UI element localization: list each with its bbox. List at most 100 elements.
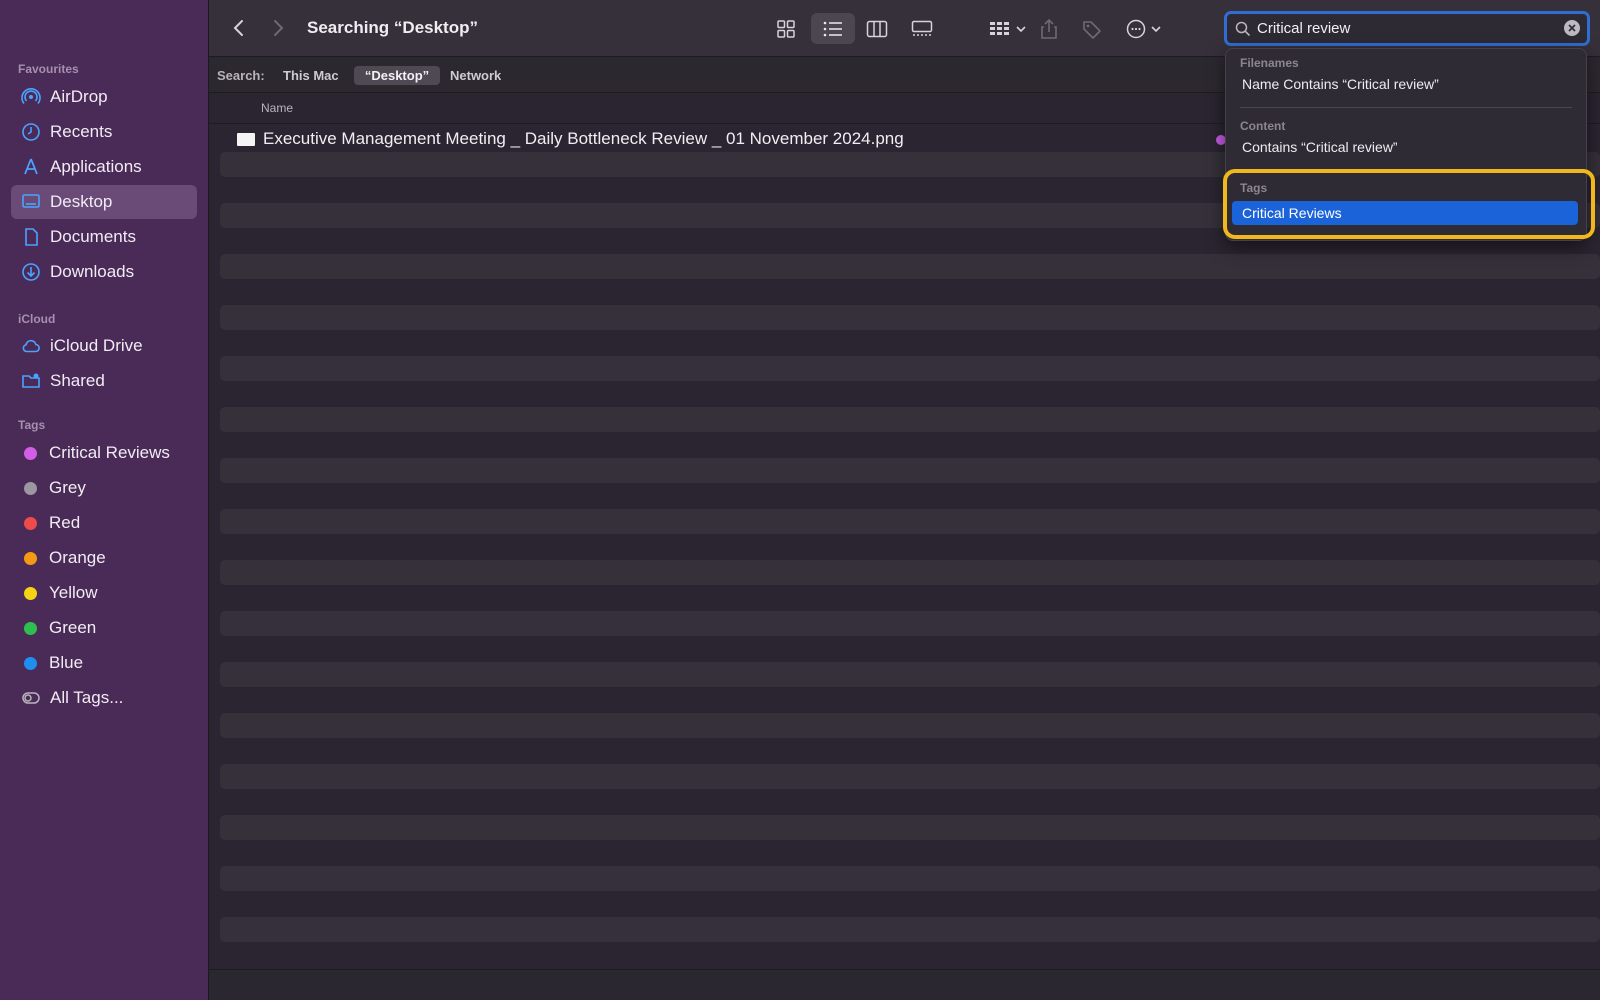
list-row-empty bbox=[220, 355, 1600, 381]
list-row-empty bbox=[220, 381, 1600, 407]
back-button[interactable] bbox=[227, 16, 251, 40]
list-row-empty bbox=[220, 304, 1600, 330]
suggestion-header-content: Content bbox=[1240, 119, 1286, 133]
tag-color-dot bbox=[24, 586, 37, 600]
sidebar-item-label: Green bbox=[49, 618, 97, 637]
scope-desktop[interactable]: “Desktop” bbox=[354, 66, 440, 85]
sidebar-item-all-tags[interactable]: All Tags... bbox=[11, 681, 197, 715]
sidebar-item-airdrop[interactable]: AirDrop bbox=[11, 80, 197, 114]
list-row-empty bbox=[220, 865, 1600, 891]
suggestion-header-filenames: Filenames bbox=[1240, 56, 1299, 70]
search-field[interactable] bbox=[1224, 11, 1590, 46]
list-row-empty bbox=[220, 559, 1600, 585]
suggestion-divider bbox=[1240, 169, 1572, 170]
sidebar-item-icloud-drive[interactable]: iCloud Drive bbox=[11, 329, 197, 363]
sidebar-section-icloud: iCloud bbox=[18, 312, 56, 326]
clock-icon bbox=[20, 121, 42, 143]
column-view-button[interactable] bbox=[857, 13, 897, 44]
results-list: Executive Management Meeting _ Daily Bot… bbox=[220, 126, 1600, 942]
image-file-icon bbox=[237, 132, 255, 146]
tag-color-dot bbox=[24, 481, 37, 495]
sidebar-tag-yellow[interactable]: Yellow bbox=[11, 576, 197, 610]
sidebar-item-label: Blue bbox=[49, 653, 84, 672]
list-row-empty bbox=[220, 330, 1600, 356]
sidebar-item-label: Yellow bbox=[49, 583, 98, 602]
tag-button[interactable] bbox=[1074, 13, 1110, 44]
tag-color-dot bbox=[24, 446, 37, 460]
scope-network[interactable]: Network bbox=[450, 68, 501, 83]
sidebar-item-label: Desktop bbox=[50, 192, 113, 211]
sidebar-tag-grey[interactable]: Grey bbox=[11, 471, 197, 505]
list-row-empty bbox=[220, 712, 1600, 738]
all-tags-icon bbox=[20, 687, 42, 709]
sidebar-section-favourites: Favourites bbox=[18, 62, 79, 76]
sidebar-item-label: Documents bbox=[50, 227, 136, 246]
share-button[interactable] bbox=[1031, 13, 1067, 44]
sidebar-tag-blue[interactable]: Blue bbox=[11, 646, 197, 680]
chevron-down-icon bbox=[1151, 25, 1161, 32]
sidebar-item-label: Grey bbox=[49, 478, 86, 497]
sidebar-item-label: Downloads bbox=[50, 262, 135, 281]
tag-color-dot bbox=[24, 656, 37, 670]
list-row-empty bbox=[220, 483, 1600, 509]
sidebar-item-applications[interactable]: Applications bbox=[11, 150, 197, 184]
sidebar-item-label: Recents bbox=[50, 122, 113, 141]
list-row-empty bbox=[220, 585, 1600, 611]
suggestion-tag-critical-reviews[interactable]: Critical Reviews bbox=[1232, 201, 1578, 225]
list-row-empty bbox=[220, 891, 1600, 917]
list-row-empty bbox=[220, 687, 1600, 713]
scope-this-mac[interactable]: This Mac bbox=[283, 68, 339, 83]
forward-button[interactable] bbox=[266, 16, 290, 40]
sidebar-tag-orange[interactable]: Orange bbox=[11, 541, 197, 575]
suggestion-name-contains[interactable]: Name Contains “Critical review” bbox=[1242, 76, 1439, 92]
sidebar-tag-green[interactable]: Green bbox=[11, 611, 197, 645]
list-row-empty bbox=[220, 279, 1600, 305]
columns-icon bbox=[866, 20, 888, 37]
sidebar-item-desktop[interactable]: Desktop bbox=[11, 185, 197, 219]
tag-color-dot bbox=[24, 621, 37, 635]
sidebar-item-label: Applications bbox=[50, 157, 142, 176]
icon-view-button[interactable] bbox=[767, 13, 805, 44]
list-row-empty bbox=[220, 636, 1600, 662]
sidebar-item-label: All Tags... bbox=[50, 688, 124, 707]
shared-folder-icon bbox=[20, 370, 42, 392]
download-icon bbox=[20, 261, 42, 283]
search-icon bbox=[1235, 21, 1251, 36]
chevron-right-icon bbox=[274, 20, 284, 36]
sidebar-item-label: Critical Reviews bbox=[49, 443, 170, 462]
sidebar-item-shared[interactable]: Shared bbox=[11, 364, 197, 398]
list-row-empty bbox=[220, 814, 1600, 840]
list-row-empty bbox=[220, 406, 1600, 432]
sidebar-item-recents[interactable]: Recents bbox=[11, 115, 197, 149]
list-icon bbox=[823, 21, 842, 36]
clear-search-icon[interactable] bbox=[1564, 20, 1580, 36]
more-actions-button[interactable] bbox=[1121, 13, 1167, 44]
tag-icon bbox=[1083, 20, 1101, 39]
ellipsis-circle-icon bbox=[1126, 19, 1146, 38]
tag-color-dot bbox=[24, 516, 37, 530]
suggestion-divider bbox=[1240, 107, 1572, 108]
group-grid-icon bbox=[990, 21, 1009, 35]
gallery-view-button[interactable] bbox=[902, 13, 942, 44]
group-by-button[interactable] bbox=[986, 13, 1030, 44]
sidebar-item-documents[interactable]: Documents bbox=[11, 220, 197, 254]
column-header-name[interactable]: Name bbox=[261, 101, 293, 115]
list-view-button[interactable] bbox=[811, 13, 855, 44]
file-name: Executive Management Meeting _ Daily Bot… bbox=[263, 129, 904, 148]
list-row-empty bbox=[220, 610, 1600, 636]
sidebar-item-label: Orange bbox=[49, 548, 106, 567]
sidebar-tag-red[interactable]: Red bbox=[11, 506, 197, 540]
sidebar-item-label: AirDrop bbox=[50, 87, 108, 106]
window-title: Searching “Desktop” bbox=[307, 18, 478, 37]
sidebar-item-downloads[interactable]: Downloads bbox=[11, 255, 197, 289]
list-row-empty bbox=[220, 508, 1600, 534]
list-row-empty bbox=[220, 661, 1600, 687]
sidebar-tag-critical-reviews[interactable]: Critical Reviews bbox=[11, 436, 197, 470]
list-row-empty bbox=[220, 916, 1600, 942]
list-row-empty bbox=[220, 763, 1600, 789]
grid-icon bbox=[777, 19, 795, 38]
search-input[interactable] bbox=[1257, 20, 1547, 37]
suggestion-content-contains[interactable]: Contains “Critical review” bbox=[1242, 139, 1398, 155]
list-row-empty bbox=[220, 738, 1600, 764]
document-icon bbox=[20, 226, 42, 248]
